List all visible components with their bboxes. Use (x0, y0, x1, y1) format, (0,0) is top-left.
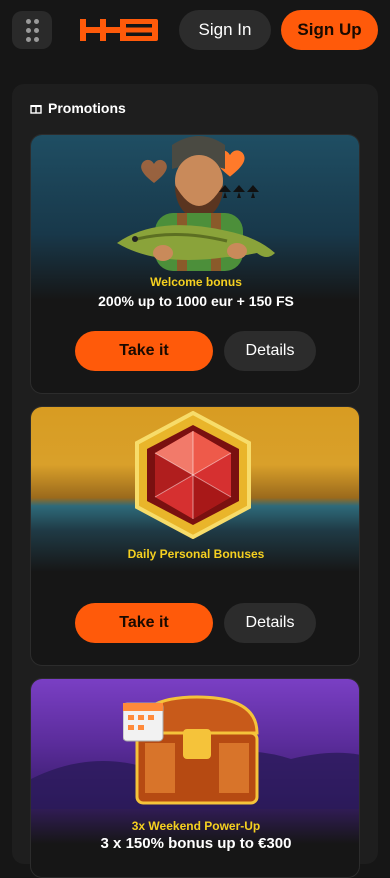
menu-button[interactable] (12, 11, 52, 49)
top-header: Sign In Sign Up (0, 0, 390, 60)
take-it-button[interactable]: Take it (75, 603, 213, 643)
treasure-chest (123, 695, 259, 805)
promotions-panel: Promotions Welcome bonus 200% up to 1000… (12, 84, 378, 878)
gift-icon (30, 105, 42, 114)
red-gem (135, 411, 251, 539)
promo-headline: 200% up to 1000 eur + 150 FS (98, 293, 294, 309)
promotions-heading: Promotions (30, 100, 126, 116)
spade-suits-icon (219, 185, 259, 198)
details-button[interactable]: Details (224, 603, 316, 643)
take-it-button[interactable]: Take it (75, 331, 213, 371)
sign-up-button[interactable]: Sign Up (281, 10, 378, 50)
grid-menu-icon (26, 18, 39, 42)
promo-card-welcome[interactable]: Welcome bonus 200% up to 1000 eur + 150 … (30, 134, 360, 394)
sign-in-button[interactable]: Sign In (179, 10, 271, 50)
fisherman-character (117, 136, 275, 271)
details-button[interactable]: Details (224, 331, 316, 371)
promo-subtitle: 3x Weekend Power-Up (131, 819, 261, 833)
hb-logo[interactable] (80, 19, 160, 41)
promo-subtitle: Welcome bonus (150, 275, 242, 289)
section-title-text: Promotions (48, 100, 126, 116)
promo-card-weekend[interactable]: 3x Weekend Power-Up 3 x 150% bonus up to… (30, 678, 360, 878)
promo-subtitle: Daily Personal Bonuses (127, 547, 265, 561)
promo-card-daily[interactable]: Daily Personal Bonuses Take it Details (30, 406, 360, 666)
